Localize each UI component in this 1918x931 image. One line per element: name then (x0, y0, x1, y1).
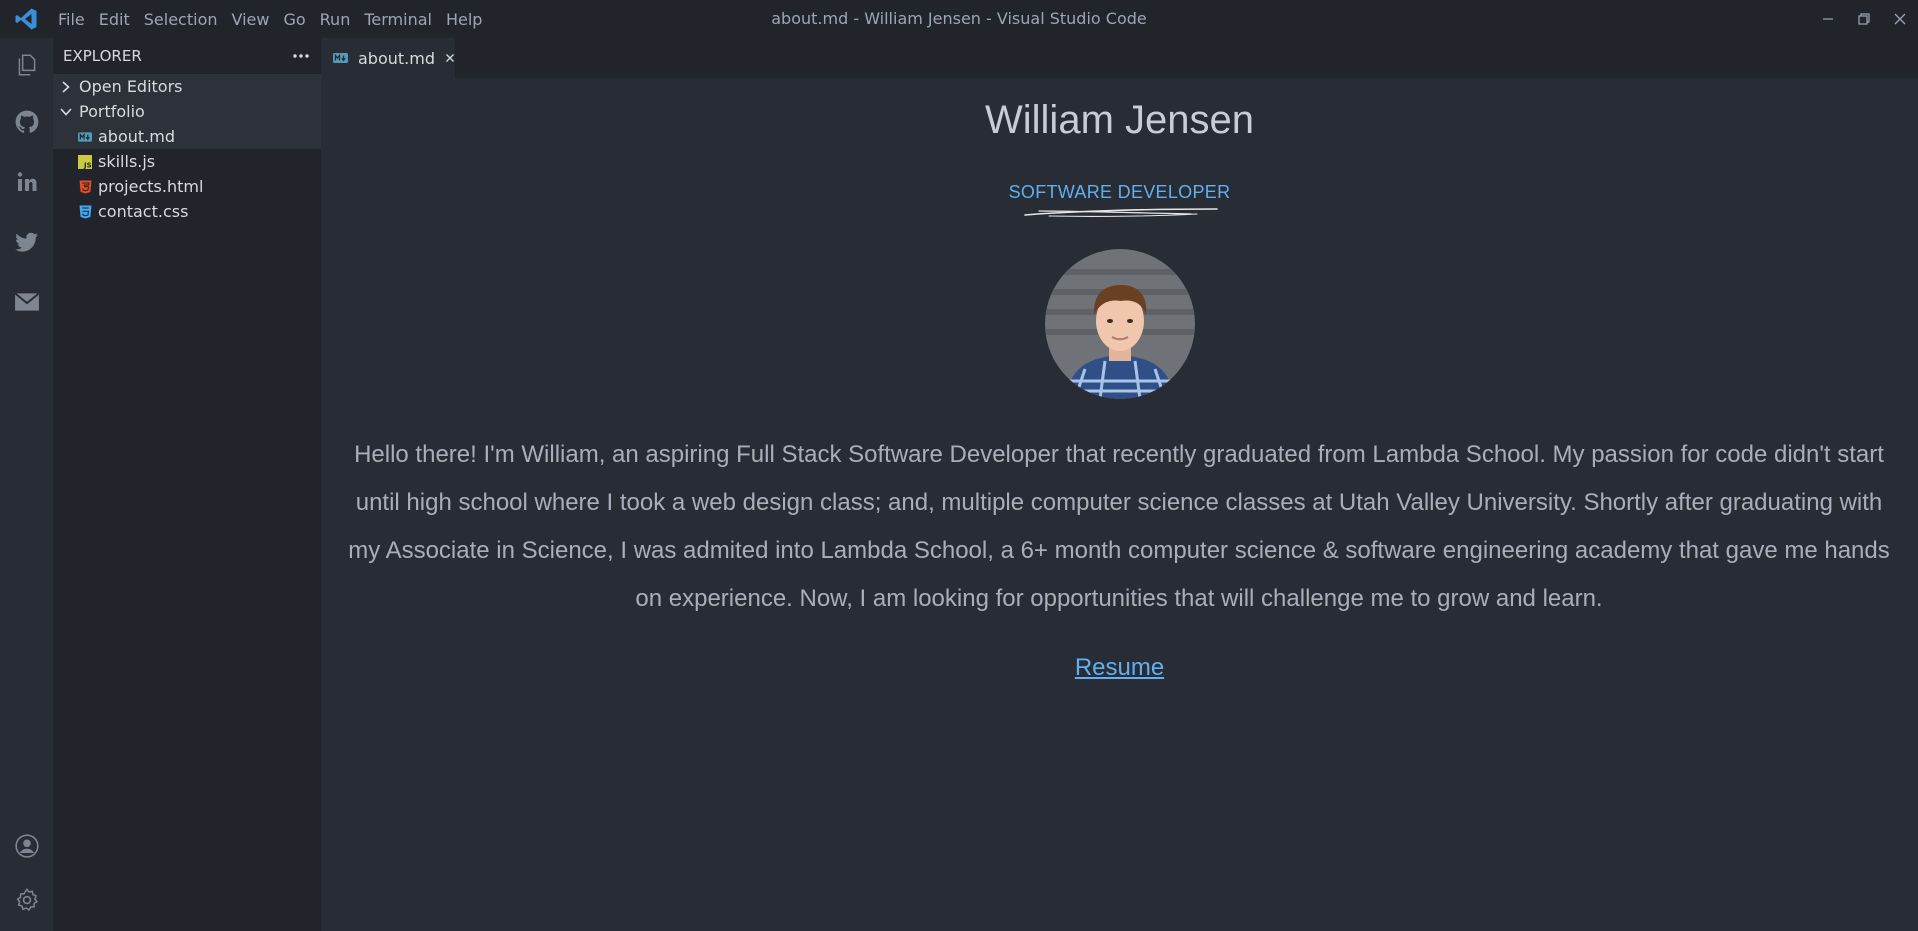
title-bar: File Edit Selection View Go Run Terminal… (0, 0, 1918, 38)
portfolio-folder-label: Portfolio (79, 102, 145, 121)
portfolio-folder[interactable]: Portfolio (53, 99, 321, 124)
bio-paragraph: Hello there! I'm William, an aspiring Fu… (348, 441, 1890, 612)
open-editors-section[interactable]: Open Editors (53, 74, 321, 99)
minimize-button[interactable] (1810, 0, 1846, 38)
restore-icon (1858, 13, 1870, 25)
file-label: projects.html (98, 177, 204, 196)
account-icon[interactable] (0, 823, 53, 869)
menu-selection[interactable]: Selection (138, 10, 226, 29)
close-window-button[interactable] (1882, 0, 1918, 38)
editor-tab-bar: about.md (321, 38, 1918, 78)
file-label: contact.css (98, 202, 189, 221)
svg-text:JS: JS (83, 161, 92, 169)
javascript-icon: JS (78, 154, 92, 169)
file-label: about.md (98, 127, 175, 146)
restore-button[interactable] (1846, 0, 1882, 38)
tab-label: about.md (358, 48, 435, 68)
twitter-icon[interactable] (0, 219, 53, 265)
resume-link-container: Resume (321, 654, 1918, 682)
menu-edit[interactable]: Edit (93, 10, 138, 29)
file-item-projects-html[interactable]: projects.html (53, 174, 321, 199)
window-controls (1810, 0, 1918, 38)
github-icon[interactable] (0, 99, 53, 145)
file-item-contact-css[interactable]: contact.css (53, 199, 321, 224)
minimize-icon (1823, 18, 1833, 20)
menu-help[interactable]: Help (440, 10, 490, 29)
css-icon (78, 205, 92, 219)
chevron-right-icon (59, 80, 73, 94)
file-item-about-md[interactable]: about.md (53, 124, 321, 149)
menu-view[interactable]: View (226, 10, 278, 29)
file-item-skills-js[interactable]: JS skills.js (53, 149, 321, 174)
activity-bar (0, 38, 53, 931)
menu-run[interactable]: Run (314, 10, 359, 29)
page-title: William Jensen (985, 98, 1254, 142)
markdown-icon (78, 130, 92, 144)
tab-close-icon[interactable] (445, 50, 455, 66)
linkedin-icon[interactable] (0, 159, 53, 205)
role-subtitle: SOFTWARE DEVELOPER (1008, 182, 1231, 202)
menu-go[interactable]: Go (277, 10, 313, 29)
explorer-title: EXPLORER (63, 47, 142, 65)
more-actions-icon[interactable] (291, 46, 311, 66)
explorer-header: EXPLORER (53, 38, 321, 74)
close-icon (1894, 13, 1906, 25)
explorer-sidebar: EXPLORER Open Editors Portfolio about.md… (53, 38, 321, 931)
files-icon[interactable] (0, 42, 53, 88)
file-label: skills.js (98, 152, 156, 171)
chevron-down-icon (59, 105, 73, 119)
underline-scribble (1024, 208, 1218, 217)
resume-link[interactable]: Resume (1075, 654, 1164, 681)
menu-bar: File Edit Selection View Go Run Terminal… (52, 10, 490, 29)
open-editors-label: Open Editors (79, 77, 183, 96)
vscode-logo-icon (0, 0, 52, 38)
html-icon (78, 180, 92, 194)
mail-icon[interactable] (0, 279, 53, 325)
markdown-icon (333, 53, 348, 63)
menu-file[interactable]: File (52, 10, 93, 29)
settings-gear-icon[interactable] (0, 877, 53, 923)
avatar (1045, 249, 1195, 399)
preview-content: William Jensen SOFTWARE DEVELOPER Hello … (321, 78, 1918, 931)
tab-about-md[interactable]: about.md (321, 38, 455, 78)
menu-terminal[interactable]: Terminal (358, 10, 440, 29)
